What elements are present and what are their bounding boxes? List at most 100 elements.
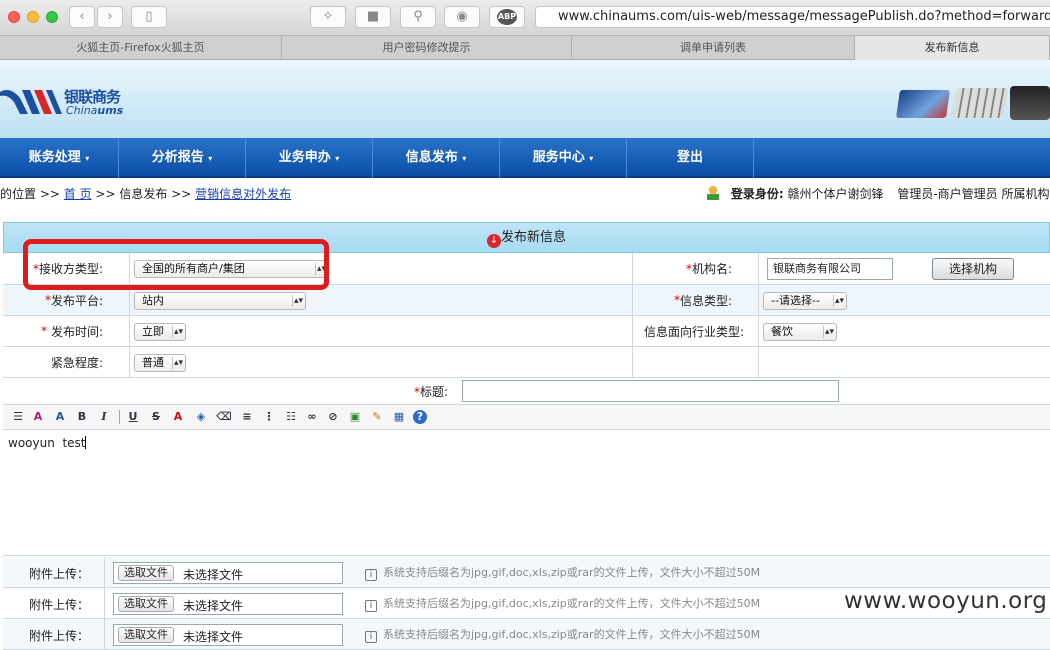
- font-family-icon[interactable]: A: [30, 409, 46, 425]
- highlight-color-icon[interactable]: ◈: [193, 409, 209, 425]
- select-org-button[interactable]: 选择机构: [932, 258, 1014, 280]
- org-name-input[interactable]: 银联商务有限公司: [767, 258, 893, 280]
- extension-pin-icon[interactable]: ⚲: [400, 6, 436, 28]
- eraser-icon[interactable]: ⌫: [216, 409, 232, 425]
- publish-time-label: * 发布时间:: [3, 316, 130, 346]
- breadcrumb-home-link[interactable]: 首 页: [64, 187, 92, 201]
- unlink-icon[interactable]: ⊘: [325, 409, 341, 425]
- logo[interactable]: 银联商务 Chinaums: [0, 82, 140, 122]
- zoom-window-button[interactable]: [46, 11, 58, 23]
- label-text: 信息类型:: [679, 293, 732, 308]
- nav-label: 分析报告: [151, 150, 204, 165]
- info-icon: i: [365, 569, 377, 581]
- extension-shield-icon[interactable]: ◉: [444, 6, 480, 28]
- chevron-down-icon: ▾: [85, 154, 90, 163]
- nav-reports[interactable]: 分析报告 ▾: [119, 138, 246, 178]
- file-input[interactable]: 选取文件 未选择文件: [113, 562, 343, 584]
- platform-select[interactable]: 站内 ▴▾: [134, 292, 306, 310]
- forward-button[interactable]: ›: [97, 6, 123, 28]
- sidebar-icon[interactable]: ▯: [131, 6, 167, 28]
- toolbar-divider: [119, 410, 120, 424]
- italic-icon[interactable]: I: [96, 409, 112, 425]
- breadcrumb: 您的位置 >> 首 页 >> 信息发布 >> 营销信息对外发布 登录身份: 赣州…: [0, 180, 1050, 208]
- required-mark: *: [40, 324, 47, 338]
- image-icon[interactable]: ▣: [347, 409, 363, 425]
- hint-text: 系统支持后缀名为jpg,gif,doc,xls,zip或rar的文件上传，文件大…: [383, 597, 761, 610]
- choose-file-button[interactable]: 选取文件: [118, 596, 174, 612]
- font-size-icon[interactable]: A: [52, 409, 68, 425]
- login-label: 登录身份:: [730, 187, 784, 201]
- nav-info-publish[interactable]: 信息发布 ▾: [373, 138, 500, 178]
- nav-accounts[interactable]: 账务处理 ▾: [0, 138, 119, 178]
- tab-order-list[interactable]: 调单申请列表: [572, 36, 855, 60]
- logo-en-text: Chinaums: [66, 104, 123, 117]
- paragraph-format-icon[interactable]: ☰: [10, 409, 26, 425]
- help-icon[interactable]: ?: [413, 410, 427, 424]
- choose-file-button[interactable]: 选取文件: [118, 565, 174, 581]
- form-row-urgency: 紧急程度: 普通 ▴▾: [3, 347, 1050, 378]
- chevron-down-icon: ▾: [462, 154, 467, 163]
- file-input[interactable]: 选取文件 未选择文件: [113, 624, 343, 646]
- ordered-list-icon[interactable]: ⋮: [261, 409, 277, 425]
- select-arrow-icon: ▴▾: [834, 296, 844, 306]
- nav-business[interactable]: 业务申办 ▾: [246, 138, 373, 178]
- nav-label: 登出: [676, 150, 703, 165]
- nav-logout[interactable]: 登出: [627, 138, 754, 178]
- strikethrough-icon[interactable]: S: [148, 409, 164, 425]
- org-name-label: * 机构名:: [633, 253, 759, 284]
- publish-time-select[interactable]: 立即 ▴▾: [134, 323, 186, 341]
- credit-card-image: [896, 90, 950, 118]
- edit-note-icon[interactable]: ✎: [369, 409, 385, 425]
- info-type-select[interactable]: --请选择-- ▴▾: [763, 292, 847, 310]
- url-bar[interactable]: www.chinaums.com/uis-web/message/message…: [535, 6, 1050, 28]
- industry-label: 信息面向行业类型:: [633, 316, 759, 346]
- breadcrumb-current-link[interactable]: 营销信息对外发布: [195, 187, 291, 201]
- extension-square-icon[interactable]: ■: [355, 6, 391, 28]
- urgency-select[interactable]: 普通 ▴▾: [134, 354, 186, 372]
- tab-password-tip[interactable]: 用户密码修改提示: [282, 36, 572, 60]
- font-color-icon[interactable]: A: [170, 409, 186, 425]
- chevron-down-icon: ▾: [208, 154, 213, 163]
- editor-toolbar: ☰ A A B I U S A ◈ ⌫ ≡ ⋮ ☷ ∞ ⊘ ▣ ✎ ▦ ?: [3, 404, 1050, 430]
- file-input[interactable]: 选取文件 未选择文件: [113, 593, 343, 615]
- upload-hint: i 系统支持后缀名为jpg,gif,doc,xls,zip或rar的文件上传，文件…: [365, 626, 760, 643]
- info-icon: i: [365, 631, 377, 643]
- underline-icon[interactable]: U: [125, 409, 141, 425]
- unordered-list-icon[interactable]: ☷: [283, 409, 299, 425]
- url-text: www.chinaums.com/uis-web/message/message…: [558, 9, 1050, 24]
- header-card-images: [896, 86, 1050, 120]
- breadcrumb-separator: >>: [95, 187, 116, 201]
- select-value: 立即: [142, 325, 164, 338]
- org-name-cell: 银联商务有限公司 选择机构: [759, 253, 1050, 284]
- industry-select[interactable]: 餐饮 ▴▾: [763, 323, 837, 341]
- tab-label: 用户密码修改提示: [382, 41, 471, 54]
- choose-file-button[interactable]: 选取文件: [118, 627, 174, 643]
- tab-firefox-home[interactable]: 火狐主页-Firefox火狐主页: [0, 36, 282, 60]
- label-text: 标题:: [419, 385, 448, 399]
- bold-icon[interactable]: B: [74, 409, 90, 425]
- logo-en-china: China: [66, 104, 98, 117]
- pos-terminal-image: [1010, 86, 1050, 120]
- minimize-window-button[interactable]: [27, 11, 39, 23]
- extension-wand-icon[interactable]: ✧: [310, 6, 346, 28]
- link-icon[interactable]: ∞: [304, 409, 320, 425]
- label-text: 发布平台:: [50, 293, 103, 308]
- editor-content-area[interactable]: wooyun test: [3, 430, 1050, 556]
- empty-cell: [633, 347, 759, 377]
- select-arrow-icon: ▴▾: [173, 358, 183, 368]
- nav-service[interactable]: 服务中心 ▾: [500, 138, 627, 178]
- breadcrumb-prefix: 您的位置 >>: [0, 187, 60, 201]
- form-row-subject: *标题:: [3, 378, 1050, 404]
- close-window-button[interactable]: [8, 11, 20, 23]
- label-text: 机构名:: [691, 262, 732, 276]
- tab-label: 调单申请列表: [680, 41, 746, 54]
- browser-toolbar: ‹ › ▯ ✧ ■ ⚲ ◉ ABP www.chinaums.com/uis-w…: [0, 0, 1050, 36]
- select-arrow-icon: ▴▾: [173, 327, 183, 337]
- tab-publish-info[interactable]: 发布新信息: [855, 36, 1050, 60]
- adblock-icon[interactable]: ABP: [489, 6, 525, 28]
- subject-input[interactable]: [462, 380, 839, 402]
- align-left-icon[interactable]: ≡: [239, 409, 255, 425]
- table-icon[interactable]: ▦: [391, 409, 407, 425]
- back-button[interactable]: ‹: [69, 6, 95, 28]
- upload-divider: [104, 588, 105, 619]
